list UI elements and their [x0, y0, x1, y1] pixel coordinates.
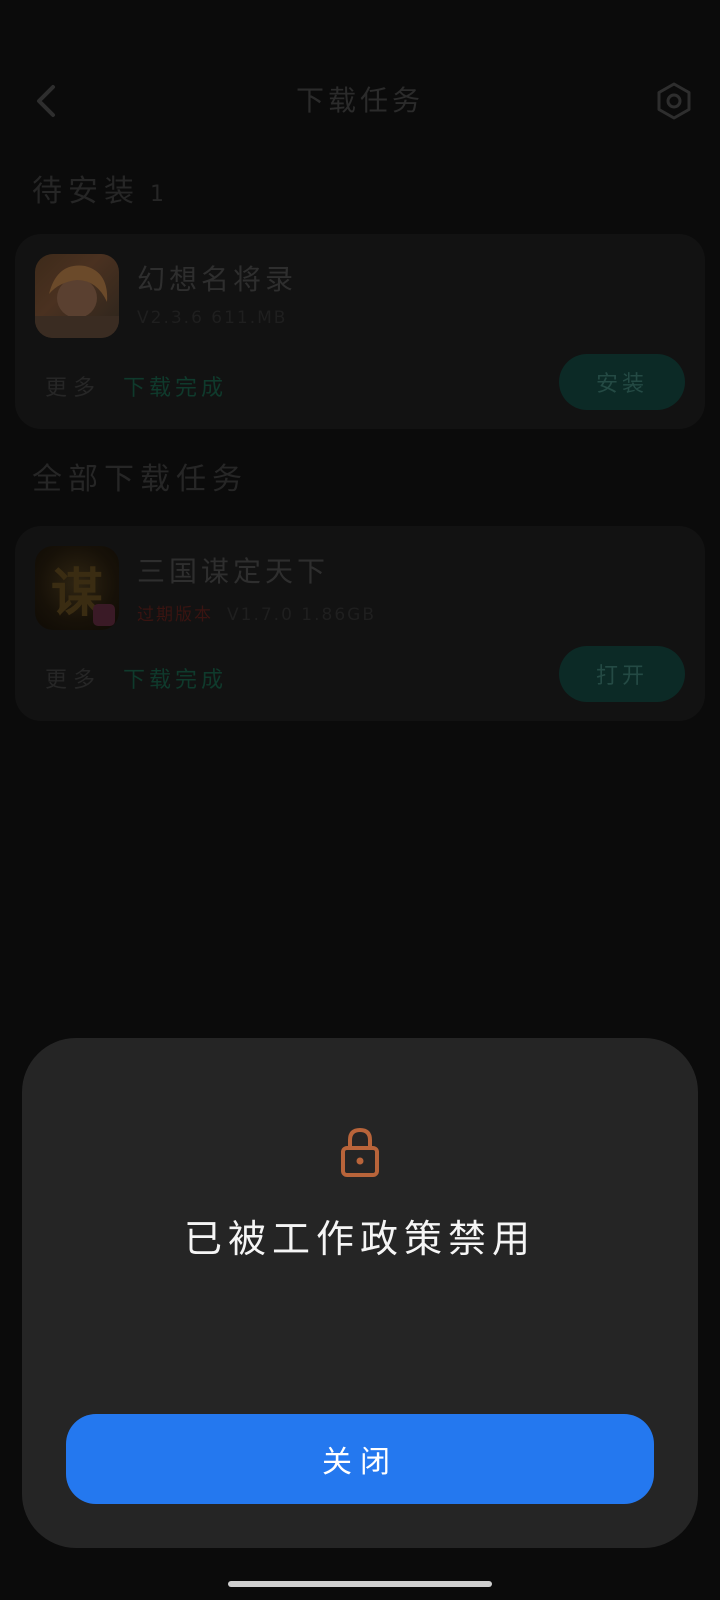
download-tasks-screen: 下载任务 待安装 1 幻想名将录 V2.3.6 611.MB 更多 下载完成 安装… — [0, 0, 720, 1600]
section-pending-count: 1 — [150, 182, 170, 207]
hexagon-settings-icon — [657, 82, 691, 120]
app-meta: V2.3.6 611.MB — [137, 308, 288, 328]
page-title: 下载任务 — [295, 84, 424, 117]
app-icon-fantasy — [35, 254, 119, 338]
dialog-message: 已被工作政策禁用 — [183, 1217, 536, 1261]
task-card[interactable]: 幻想名将录 V2.3.6 611.MB 更多 下载完成 安装 — [15, 234, 705, 429]
task-card[interactable]: 谋 三国谋定天下 过期版本 V1.7.0 1.86GB 更多 下载完成 打开 — [15, 526, 705, 721]
more-link[interactable]: 更多 — [45, 370, 101, 402]
section-title-pending: 待安装 1 — [32, 166, 170, 210]
install-button[interactable]: 安装 — [559, 354, 685, 410]
home-indicator[interactable] — [228, 1581, 492, 1587]
close-button[interactable]: 关闭 — [66, 1414, 654, 1504]
header: 下载任务 — [0, 56, 720, 146]
outdated-label: 过期版本 — [137, 605, 213, 625]
policy-disabled-dialog: 已被工作政策禁用 关闭 — [22, 1038, 698, 1548]
open-button[interactable]: 打开 — [559, 646, 685, 702]
app-icon-sanguo: 谋 — [35, 546, 119, 630]
app-meta-row: 过期版本 V1.7.0 1.86GB — [137, 600, 376, 625]
section-pending-label: 待安装 — [32, 174, 140, 209]
anime-character-icon — [35, 265, 119, 338]
more-link[interactable]: 更多 — [45, 662, 101, 694]
section-title-all: 全部下载任务 — [32, 462, 248, 497]
app-meta: V1.7.0 1.86GB — [227, 605, 376, 625]
lock-icon — [341, 1127, 379, 1177]
status-text: 下载完成 — [123, 668, 228, 693]
app-badge-icon — [93, 604, 115, 626]
app-name: 三国谋定天下 — [137, 555, 330, 588]
app-name: 幻想名将录 — [137, 263, 298, 296]
settings-button[interactable] — [654, 80, 694, 122]
status-text: 下载完成 — [123, 376, 228, 401]
